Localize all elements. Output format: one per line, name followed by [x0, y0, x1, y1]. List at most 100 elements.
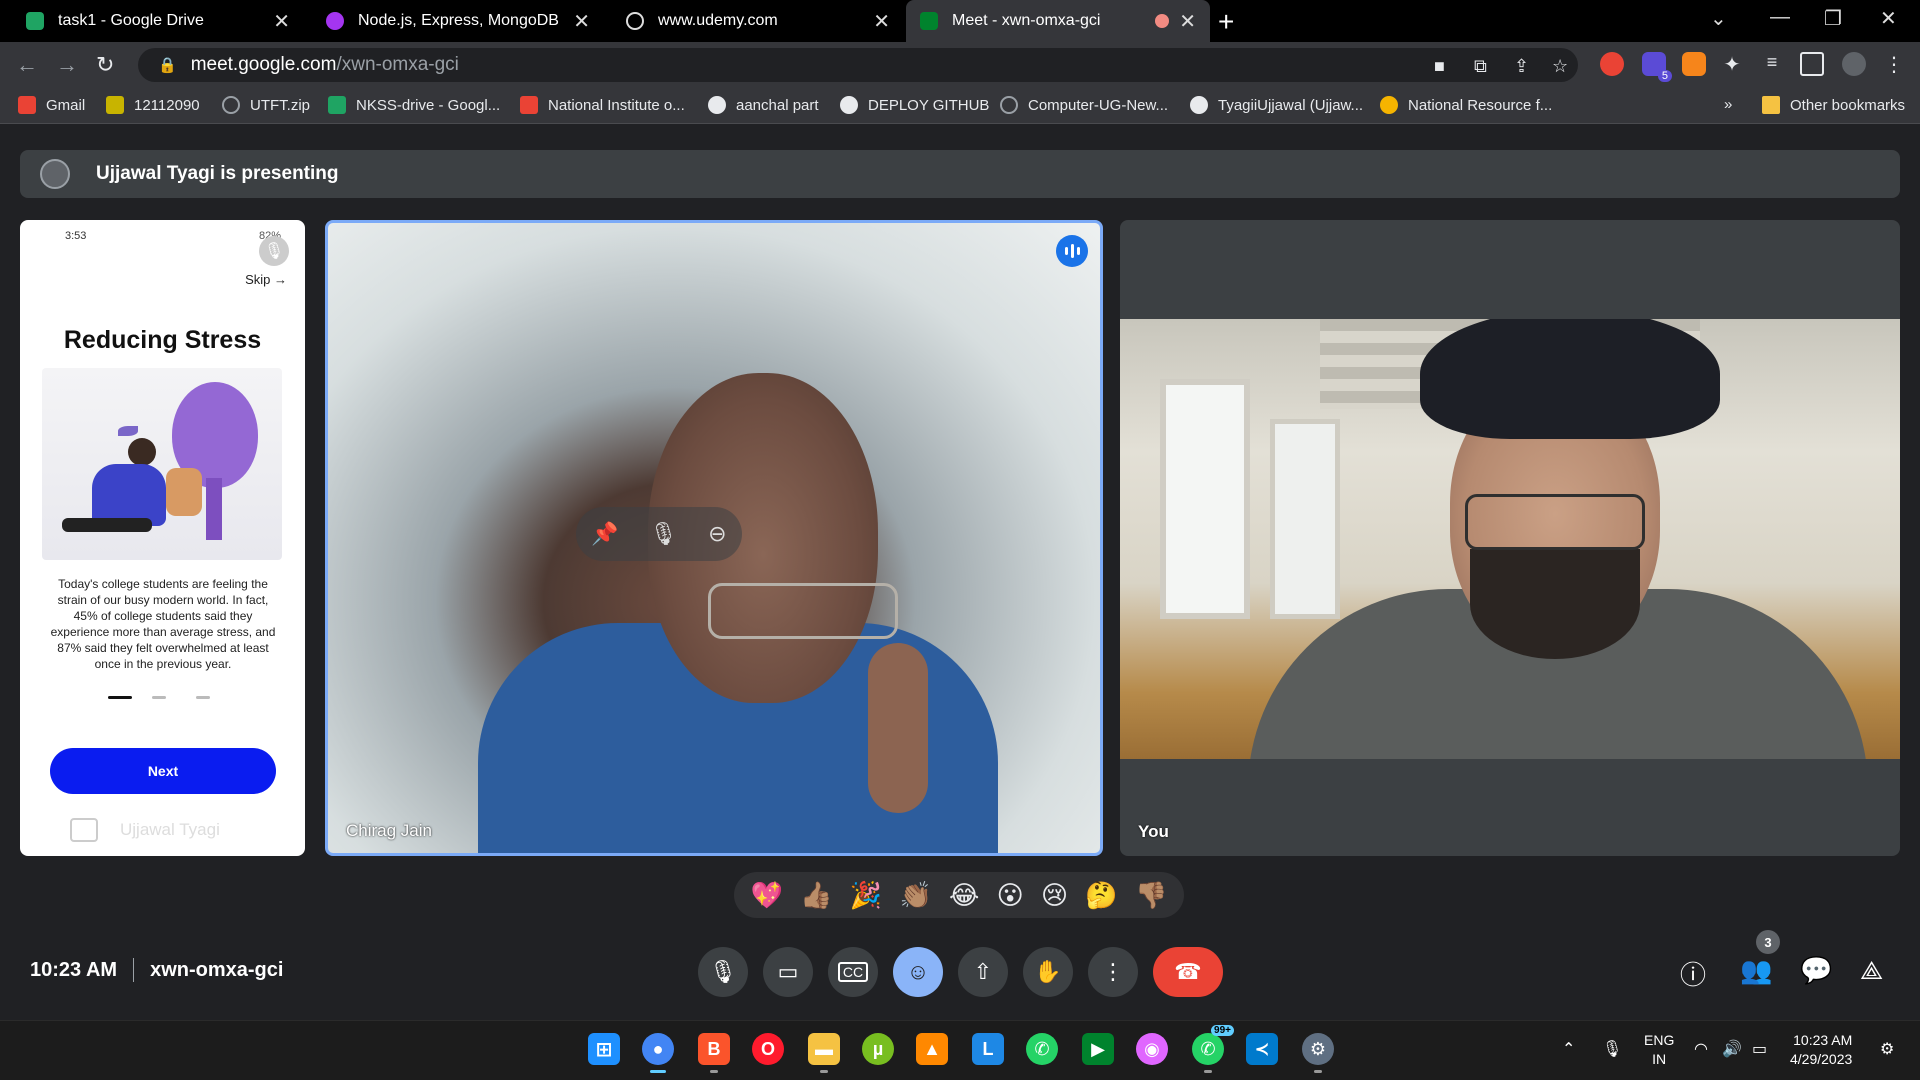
reaction-thinking-button[interactable]: 🤔: [1085, 882, 1117, 908]
bookmark-national-resource[interactable]: National Resource f...: [1380, 96, 1552, 114]
reload-icon[interactable]: ↻: [96, 52, 114, 78]
screen-share-tile[interactable]: 3:53 82% 🎙 Skip → Reducing Stress Today'…: [20, 220, 305, 856]
language-indicator[interactable]: ENG IN: [1644, 1031, 1674, 1069]
bookmark-deploy-github[interactable]: DEPLOY GITHUB: [840, 96, 989, 114]
system-clock[interactable]: 10:23 AM 4/29/2023: [1790, 1031, 1852, 1069]
show-hidden-icons-icon[interactable]: ⌃: [1562, 1039, 1575, 1059]
extensions-puzzle-icon[interactable]: ✦: [1720, 52, 1744, 76]
letter-l-app-icon[interactable]: L: [972, 1033, 1004, 1065]
bookmark-12112090[interactable]: 12112090: [106, 96, 200, 114]
meeting-info-icon[interactable]: ⓘ: [1680, 955, 1706, 992]
reaction-heart-button[interactable]: 💖: [751, 882, 783, 908]
captions-button[interactable]: CC: [828, 947, 878, 997]
metamask-icon[interactable]: [1682, 52, 1706, 76]
participant-tile-you[interactable]: You: [1120, 220, 1900, 856]
mute-participant-icon[interactable]: 🎙: [650, 521, 678, 547]
whatsapp-icon[interactable]: ✆: [1026, 1033, 1058, 1065]
profile-avatar[interactable]: [1842, 52, 1866, 76]
meeting-time: 10:23 AM: [30, 958, 118, 981]
pink-app-icon[interactable]: ◉: [1136, 1033, 1168, 1065]
whatsapp-desktop-icon[interactable]: ✆ 99+: [1192, 1025, 1234, 1073]
microphone-tray-icon[interactable]: 🎙: [1602, 1039, 1622, 1059]
volume-icon[interactable]: 🔊: [1722, 1039, 1742, 1059]
new-tab-icon[interactable]: +: [1218, 6, 1234, 38]
extension-red-icon[interactable]: [1600, 52, 1624, 76]
tab-udemy-course[interactable]: Node.js, Express, MongoDB & Mo ✕: [312, 0, 604, 42]
bookmark-star-icon[interactable]: ☆: [1552, 56, 1568, 77]
bookmark-national-institute[interactable]: National Institute o...: [520, 96, 685, 114]
brave-icon[interactable]: B: [698, 1033, 730, 1073]
region-code: IN: [1652, 1051, 1667, 1067]
tab-udemy[interactable]: www.udemy.com ✕: [612, 0, 904, 42]
reaction-clap-button[interactable]: 👏🏽: [899, 882, 931, 908]
more-options-button[interactable]: ⋮: [1088, 947, 1138, 997]
forward-icon[interactable]: →: [56, 52, 78, 78]
bookmark-gmail[interactable]: Gmail: [18, 96, 85, 114]
side-panel-icon[interactable]: [1800, 52, 1824, 76]
camera-icon[interactable]: ■: [1434, 56, 1445, 77]
camera-button[interactable]: ▭: [763, 947, 813, 997]
share-icon[interactable]: ⇪: [1514, 56, 1529, 77]
raise-hand-button[interactable]: ✋: [1023, 947, 1073, 997]
file-explorer-icon[interactable]: ▬: [808, 1033, 840, 1073]
bookmark-tyagiiujjawal[interactable]: TyagiiUjjawal (Ujjaw...: [1190, 96, 1363, 114]
reactions-button[interactable]: ☺: [893, 947, 943, 997]
reaction-party-button[interactable]: 🎉: [850, 882, 882, 908]
restore-icon[interactable]: ❐: [1824, 6, 1842, 31]
close-window-icon[interactable]: ✕: [1880, 6, 1897, 31]
notifications-icon[interactable]: ⚙: [1880, 1039, 1894, 1059]
microphone-icon: 🎙: [709, 959, 737, 984]
battery-icon[interactable]: ▭: [1752, 1039, 1767, 1059]
bookmarks-bar: Gmail 12112090 UTFT.zip NKSS-drive - Goo…: [0, 88, 1920, 124]
page-dot: [152, 696, 166, 699]
people-icon[interactable]: 👥: [1740, 955, 1772, 986]
reaction-laugh-button[interactable]: 😂: [949, 882, 979, 908]
close-icon[interactable]: ✕: [1179, 9, 1196, 34]
url-bar[interactable]: 🔒 meet.google.com/xwn-omxa-gci ■ ⧉ ⇪ ☆: [138, 48, 1578, 82]
present-button[interactable]: ⇧: [958, 947, 1008, 997]
bookmark-utft[interactable]: UTFT.zip: [222, 96, 310, 114]
hand-icon: ✋: [1034, 959, 1062, 984]
bookmark-nkss-drive[interactable]: NKSS-drive - Googl...: [328, 96, 500, 114]
remove-icon[interactable]: ⊖: [708, 521, 726, 547]
microphone-button[interactable]: 🎙: [698, 947, 748, 997]
tab-meet[interactable]: Meet - xwn-omxa-gci ✕: [906, 0, 1210, 42]
pin-icon[interactable]: 📌: [591, 521, 618, 547]
chrome-icon[interactable]: ●: [642, 1033, 674, 1073]
participant-tile-chirag[interactable]: 📌 🎙 ⊖ Chirag Jain: [325, 220, 1103, 856]
participant-video-glasses: [708, 583, 898, 639]
presenter-name-tag: Ujjawal Tyagi: [70, 818, 220, 842]
vlc-icon[interactable]: ▲: [916, 1033, 948, 1065]
other-bookmarks[interactable]: Other bookmarks: [1762, 96, 1905, 114]
person-legs: [62, 518, 152, 532]
bookmark-aanchal-part[interactable]: aanchal part: [708, 96, 819, 114]
bookmark-computer-ug[interactable]: Computer-UG-New...: [1000, 96, 1168, 114]
close-icon[interactable]: ✕: [273, 9, 290, 34]
reaction-sad-button[interactable]: 😢: [1041, 882, 1068, 908]
chat-icon[interactable]: 💬: [1800, 955, 1832, 986]
tab-search-icon[interactable]: ⌄: [1710, 6, 1727, 31]
wifi-icon[interactable]: ◠: [1694, 1039, 1708, 1059]
google-meet-icon[interactable]: ▶: [1082, 1033, 1114, 1065]
close-icon[interactable]: ✕: [873, 9, 890, 34]
close-icon[interactable]: ✕: [573, 9, 590, 34]
open-in-new-icon[interactable]: ⧉: [1474, 56, 1487, 77]
bookmarks-overflow-button[interactable]: »: [1724, 96, 1732, 113]
settings-icon[interactable]: ⚙: [1302, 1033, 1334, 1073]
extension-purple-icon[interactable]: 5: [1642, 52, 1672, 82]
leave-call-button[interactable]: ☎: [1153, 947, 1223, 997]
utorrent-icon[interactable]: µ: [862, 1033, 894, 1065]
reaction-surprised-button[interactable]: 😮: [997, 882, 1024, 908]
media-control-icon[interactable]: ≡: [1760, 52, 1784, 76]
reaction-thumbs-down-button[interactable]: 👎🏽: [1135, 882, 1167, 908]
reaction-thumbs-up-button[interactable]: 👍🏽: [800, 882, 832, 908]
minimize-icon[interactable]: —: [1770, 6, 1790, 29]
opera-icon[interactable]: O: [752, 1033, 784, 1065]
activities-icon[interactable]: ⟁: [1860, 955, 1883, 987]
tab-google-drive[interactable]: task1 - Google Drive ✕: [12, 0, 304, 42]
windows-start-icon[interactable]: ⊞: [588, 1033, 620, 1065]
self-video-glasses: [1465, 494, 1645, 550]
back-icon[interactable]: ←: [16, 52, 38, 78]
chrome-menu-icon[interactable]: ⋮: [1882, 52, 1906, 76]
vscode-icon[interactable]: ≺: [1246, 1033, 1278, 1065]
